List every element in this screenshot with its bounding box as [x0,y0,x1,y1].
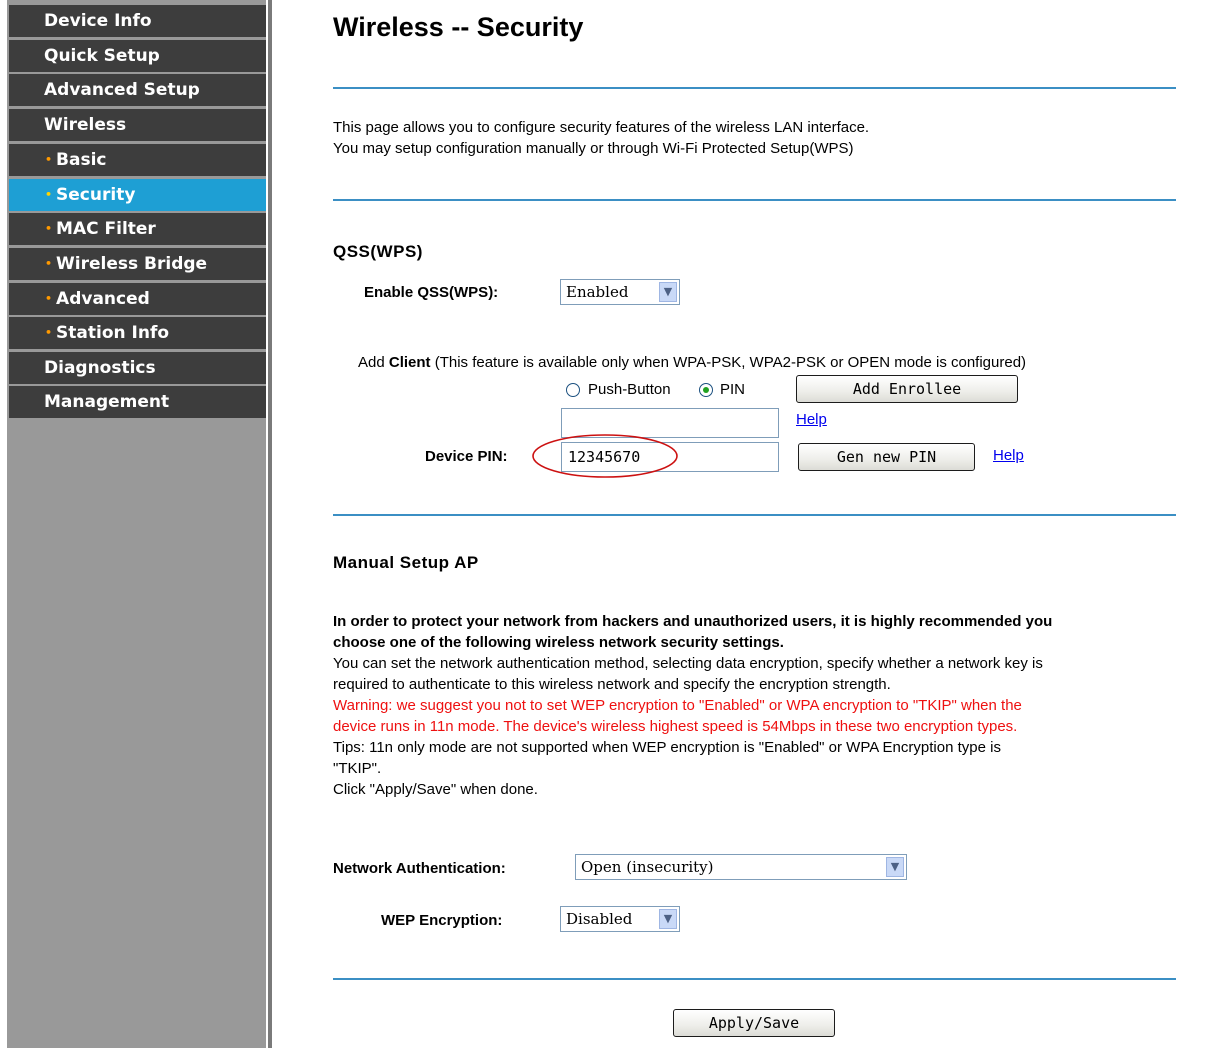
tips-line-1: Tips: 11n only mode are not supported wh… [333,739,1001,756]
manual-description: In order to protect your network from ha… [333,611,1052,800]
sidebar-item-label: Management [44,392,170,412]
bullet-icon: • [45,222,53,235]
warning-line-1: Warning: we suggest you not to set WEP e… [333,697,1022,714]
sidebar-item-label: Advanced Setup [44,80,200,100]
wep-encryption-select[interactable]: Disabled ▼ [560,906,680,932]
device-pin-label: Device PIN: [425,448,508,465]
enable-qss-select[interactable]: Enabled ▼ [560,279,680,305]
bullet-icon: • [45,188,53,201]
sidebar-item-label: Device Info [44,11,152,31]
annotation-ellipse-icon [532,434,678,478]
wep-encryption-value: Disabled [566,910,633,928]
chevron-down-icon: ▼ [886,857,904,877]
sidebar-item-label: Advanced [56,289,150,309]
sidebar-item-station-info[interactable]: • Station Info [9,317,266,349]
sidebar-item-label: Wireless [44,115,127,135]
sidebar-item-diagnostics[interactable]: Diagnostics [9,352,266,384]
manual-line-3: You can set the network authentication m… [333,655,1043,672]
chevron-down-icon: ▼ [659,909,677,929]
add-client-suffix: (This feature is available only when WPA… [430,354,1027,371]
sidebar-item-mac-filter[interactable]: • MAC Filter [9,213,266,245]
intro-line-2: You may setup configuration manually or … [333,140,854,157]
add-client-prefix: Add [358,354,389,371]
bullet-icon: • [45,153,53,166]
radio-push-button-label: Push-Button [588,381,671,398]
tips-line-2: "TKIP". [333,760,382,777]
network-authentication-label: Network Authentication: [333,860,506,877]
sidebar-item-label: MAC Filter [56,219,156,239]
sidebar-item-label: Basic [56,150,107,170]
manual-bold-line-2: choose one of the following wireless net… [333,634,784,651]
intro-line-1: This page allows you to configure securi… [333,119,870,136]
gen-new-pin-button[interactable]: Gen new PIN [798,443,975,471]
enable-qss-label: Enable QSS(WPS): [364,284,499,301]
sidebar-item-advanced-setup[interactable]: Advanced Setup [9,74,266,106]
help-link-2[interactable]: Help [993,447,1024,464]
divider [333,87,1176,89]
sidebar-item-label: Security [56,185,136,205]
chevron-down-icon: ▼ [659,282,677,302]
network-authentication-select[interactable]: Open (insecurity) ▼ [575,854,907,880]
wep-encryption-label: WEP Encryption: [381,912,503,929]
page-title: Wireless -- Security [333,12,584,42]
manual-line-4: required to authenticate to this wireles… [333,676,891,693]
sidebar-item-advanced[interactable]: • Advanced [9,283,266,315]
sidebar-item-management[interactable]: Management [9,386,266,418]
manual-setup-heading: Manual Setup AP [333,553,479,572]
sidebar-item-label: Quick Setup [44,46,160,66]
bullet-icon: • [45,326,53,339]
divider [333,514,1176,516]
sidebar-item-basic[interactable]: • Basic [9,144,266,176]
sidebar-item-wireless[interactable]: Wireless [9,109,266,141]
sidebar-item-wireless-bridge[interactable]: • Wireless Bridge [9,248,266,280]
sidebar-item-quick-setup[interactable]: Quick Setup [9,40,266,72]
sidebar-item-label: Station Info [56,323,170,343]
network-authentication-value: Open (insecurity) [581,858,714,876]
add-enrollee-button[interactable]: Add Enrollee [796,375,1018,403]
bullet-icon: • [45,257,53,270]
divider [333,978,1176,980]
apply-save-button[interactable]: Apply/Save [673,1009,835,1037]
sidebar-item-label: Wireless Bridge [56,254,208,274]
divider [333,199,1176,201]
manual-bold-line-1: In order to protect your network from ha… [333,613,1053,630]
add-client-bold: Client [388,354,431,371]
radio-pin-label: PIN [720,381,746,398]
sidebar-item-label: Diagnostics [44,358,156,378]
sidebar-border [268,0,272,1048]
bullet-icon: • [45,292,53,305]
qss-heading: QSS(WPS) [333,242,423,261]
enable-qss-value: Enabled [566,283,629,301]
radio-push-button[interactable] [566,383,580,397]
sidebar-item-device-info[interactable]: Device Info [9,5,266,37]
help-link[interactable]: Help [796,411,827,428]
click-apply-line: Click "Apply/Save" when done. [333,781,538,798]
warning-line-2: device runs in 11n mode. The device's wi… [333,718,1018,735]
sidebar-item-security[interactable]: • Security [9,179,266,211]
radio-pin[interactable] [699,383,713,397]
add-client-note: Add Client (This feature is available on… [358,352,1026,373]
